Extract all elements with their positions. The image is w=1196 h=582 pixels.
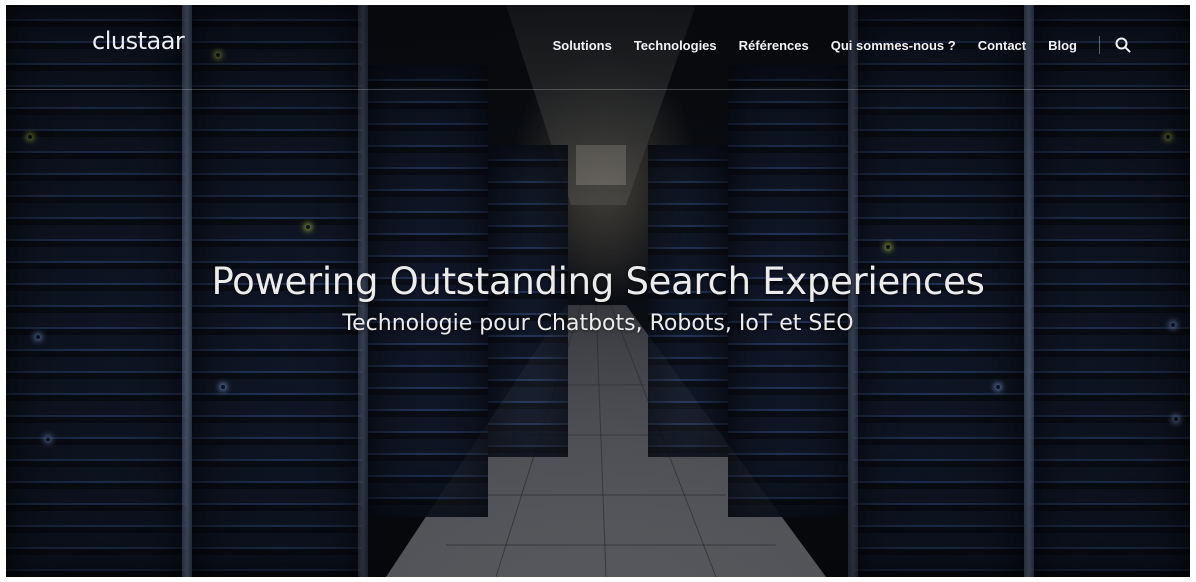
nav-link-technologies[interactable]: Technologies [634, 38, 717, 53]
hero-background: clustaar Solutions Technologies Référenc… [6, 5, 1190, 577]
nav-link-blog[interactable]: Blog [1048, 38, 1077, 53]
search-icon[interactable] [1114, 36, 1132, 54]
nav-link-about[interactable]: Qui sommes-nous ? [831, 38, 956, 53]
site-logo[interactable]: clustaar [92, 27, 185, 55]
nav-divider [1099, 36, 1100, 54]
nav-link-references[interactable]: Références [739, 38, 809, 53]
logo-text: clustaar [92, 27, 185, 55]
hero-title: Powering Outstanding Search Experiences [211, 260, 985, 303]
hero-subtitle: Technologie pour Chatbots, Robots, IoT e… [342, 311, 854, 336]
nav-link-contact[interactable]: Contact [978, 38, 1026, 53]
nav-link-solutions[interactable]: Solutions [553, 38, 612, 53]
main-navigation: Solutions Technologies Références Qui so… [531, 36, 1132, 54]
site-header: clustaar Solutions Technologies Référenc… [6, 5, 1190, 90]
